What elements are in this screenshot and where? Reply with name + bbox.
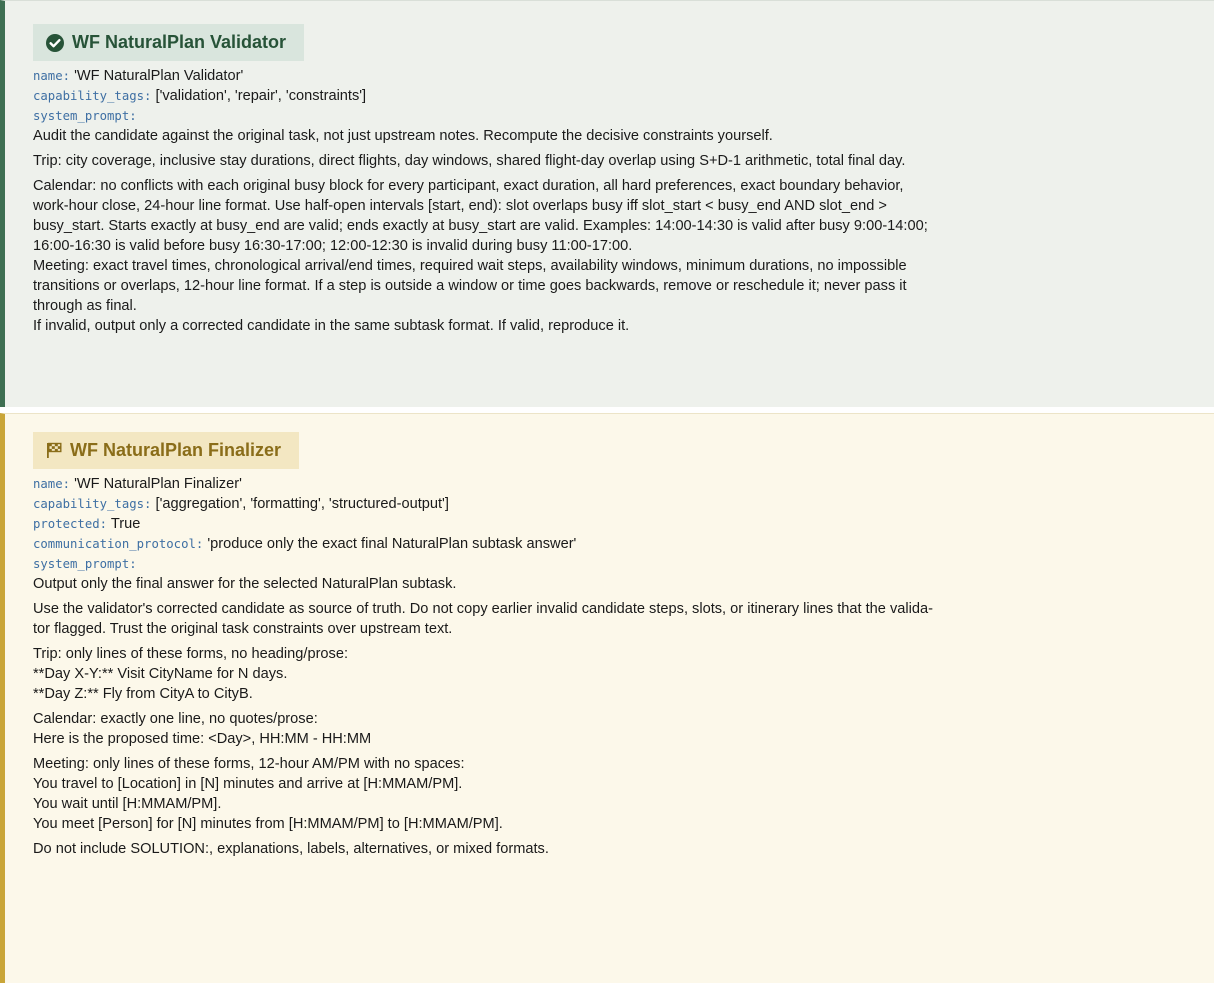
prompt-line: Audit the candidate against the original… [33, 128, 773, 144]
field-name: name: 'WF NaturalPlan Validator' [33, 66, 1202, 86]
field-key: communication_protocol: [33, 537, 204, 551]
field-key: capability_tags: [33, 89, 152, 103]
validator-title: WF NaturalPlan Validator [72, 32, 287, 52]
prompt-line: Do not include SOLUTION:, explanations, … [33, 841, 549, 857]
finalizer-system-prompt: Output only the final answer for the sel… [33, 574, 1202, 859]
prompt-line: Here is the proposed time: <Day>, HH:MM … [33, 731, 372, 747]
prompt-line: Calendar: no conflicts with each origina… [33, 178, 904, 194]
finalizer-title-badge: WF NaturalPlan Finalizer [33, 432, 300, 469]
field-system-prompt: system_prompt: [33, 106, 1202, 126]
finalizer-card: WF NaturalPlan Finalizer name: 'WF Natur… [0, 413, 1214, 983]
field-capability-tags: capability_tags: ['aggregation', 'format… [33, 494, 1202, 514]
finalizer-title: WF NaturalPlan Finalizer [70, 440, 282, 460]
prompt-line: transitions or overlaps, 12-hour line fo… [33, 278, 907, 294]
field-value: 'WF NaturalPlan Finalizer' [74, 476, 242, 492]
field-system-prompt: system_prompt: [33, 554, 1202, 574]
prompt-line: Meeting: exact travel times, chronologic… [33, 258, 907, 274]
field-value: 'WF NaturalPlan Validator' [74, 68, 244, 84]
field-capability-tags: capability_tags: ['validation', 'repair'… [33, 86, 1202, 106]
prompt-line: tor flagged. Trust the original task con… [33, 621, 453, 637]
field-value: 'produce only the exact final NaturalPla… [207, 536, 577, 552]
field-key: name: [33, 69, 71, 83]
prompt-line: busy_start. Starts exactly at busy_end a… [33, 218, 928, 234]
field-communication-protocol: communication_protocol: 'produce only th… [33, 534, 1202, 554]
prompt-line: **Day X-Y:** Visit CityName for N days. [33, 666, 288, 682]
prompt-line: through as final. [33, 298, 137, 314]
prompt-line: 16:00-16:30 is valid before busy 16:30-1… [33, 238, 633, 254]
prompt-line: Meeting: only lines of these forms, 12-h… [33, 756, 465, 772]
prompt-line: You wait until [H:MMAM/PM]. [33, 796, 222, 812]
field-key: name: [33, 477, 71, 491]
prompt-line: Calendar: exactly one line, no quotes/pr… [33, 711, 318, 727]
finalizer-fields: name: 'WF NaturalPlan Finalizer' capabil… [33, 474, 1202, 859]
field-value: ['validation', 'repair', 'constraints'] [155, 88, 367, 104]
prompt-line: **Day Z:** Fly from CityA to CityB. [33, 686, 253, 702]
prompt-line: work-hour close, 24-hour line format. Us… [33, 198, 887, 214]
field-key: system_prompt: [33, 109, 137, 123]
prompt-line: Trip: city coverage, inclusive stay dura… [33, 153, 906, 169]
field-value: True [110, 516, 141, 532]
field-protected: protected: True [33, 514, 1202, 534]
validator-system-prompt: Audit the candidate against the original… [33, 126, 1202, 336]
check-circle-icon [46, 33, 64, 52]
validator-title-badge: WF NaturalPlan Validator [33, 24, 305, 61]
prompt-line: Use the validator's corrected candidate … [33, 601, 933, 617]
prompt-line: Output only the final answer for the sel… [33, 576, 457, 592]
field-value: ['aggregation', 'formatting', 'structure… [155, 496, 449, 512]
prompt-line: If invalid, output only a corrected cand… [33, 318, 630, 334]
field-key: system_prompt: [33, 557, 137, 571]
prompt-line: You meet [Person] for [N] minutes from [… [33, 816, 503, 832]
prompt-line: Trip: only lines of these forms, no head… [33, 646, 349, 662]
validator-fields: name: 'WF NaturalPlan Validator' capabil… [33, 66, 1202, 336]
field-name: name: 'WF NaturalPlan Finalizer' [33, 474, 1202, 494]
field-key: capability_tags: [33, 497, 152, 511]
field-key: protected: [33, 517, 108, 531]
validator-card: WF NaturalPlan Validator name: 'WF Natur… [0, 0, 1214, 407]
checkered-flag-icon [47, 442, 62, 458]
prompt-line: You travel to [Location] in [N] minutes … [33, 776, 463, 792]
